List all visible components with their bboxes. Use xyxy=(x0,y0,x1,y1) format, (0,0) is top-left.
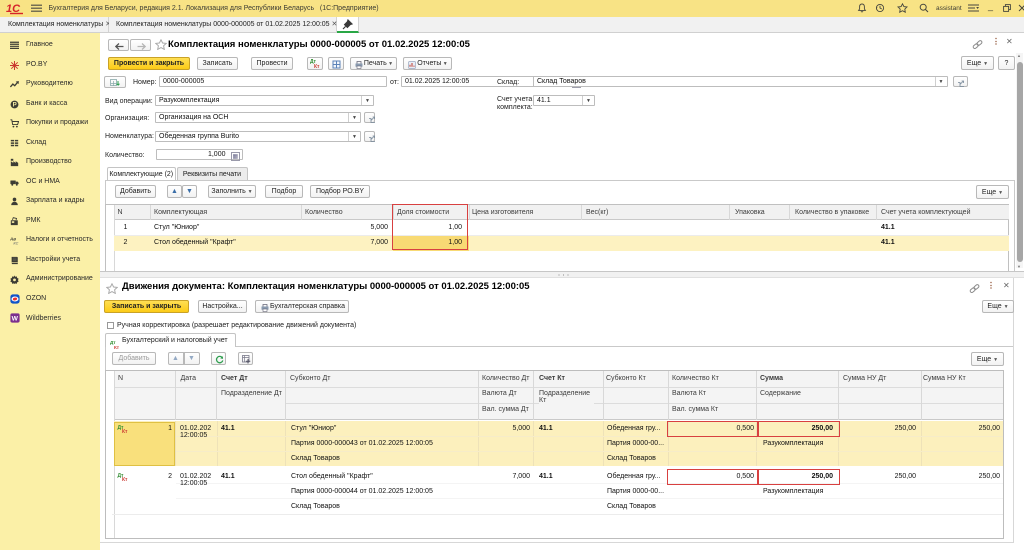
svg-text:КС: КС xyxy=(13,241,18,245)
svg-text:W: W xyxy=(11,316,18,323)
svg-text:P: P xyxy=(13,101,17,108)
